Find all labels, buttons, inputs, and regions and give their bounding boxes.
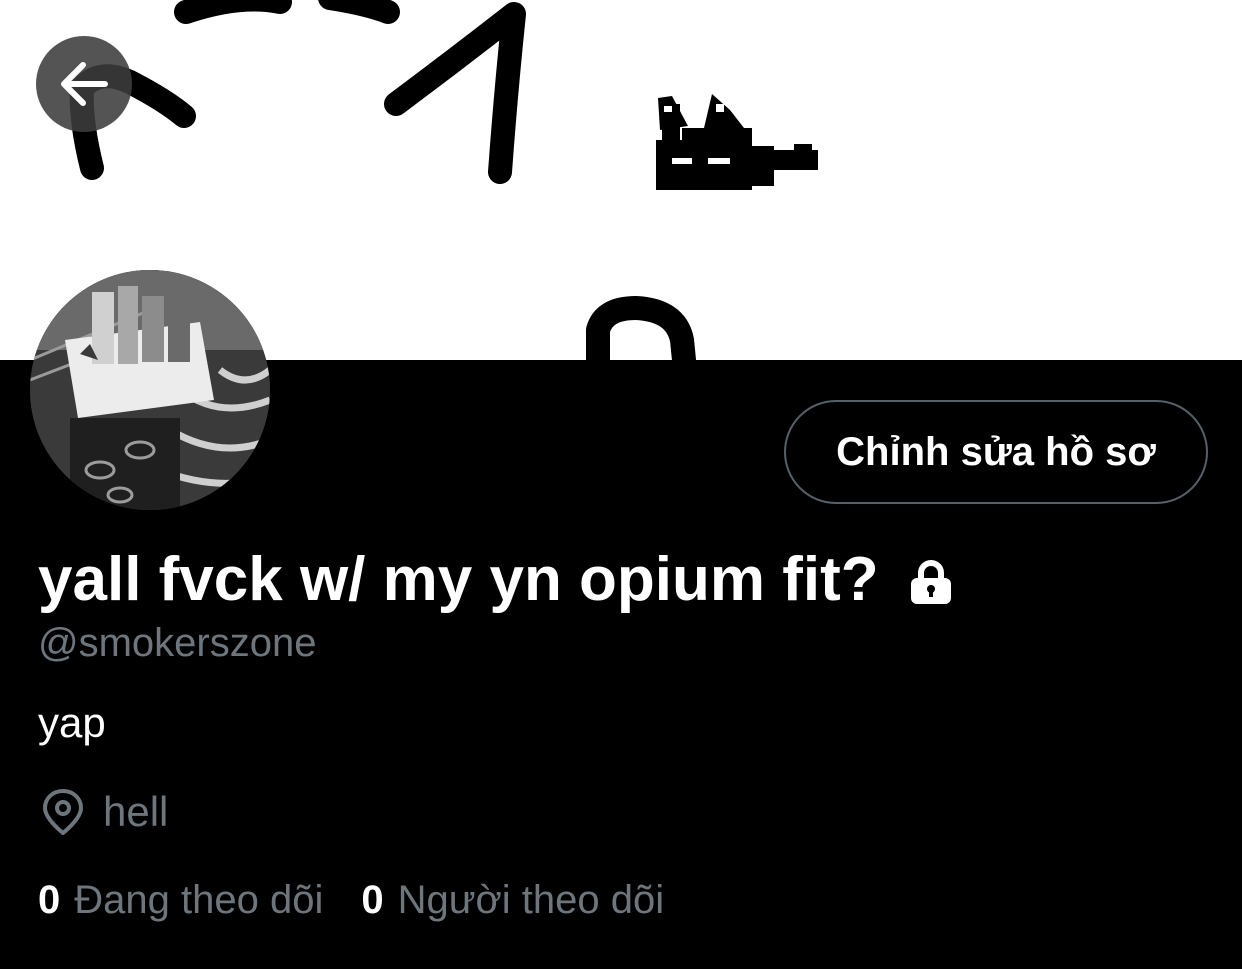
- map-pin-icon: [43, 789, 83, 835]
- followers-count: 0: [361, 878, 384, 922]
- profile-handle: @smokerszone: [38, 621, 317, 665]
- avatar-image: [30, 270, 270, 510]
- lock-icon: [910, 560, 951, 604]
- following-link[interactable]: 0 Đang theo dõi: [38, 874, 323, 926]
- location-text: hell: [103, 788, 169, 835]
- profile-avatar[interactable]: [30, 270, 270, 510]
- profile-page: Chỉnh sửa hồ sơ yall fvck w/ my yn opium…: [0, 0, 1242, 969]
- display-name: yall fvck w/ my yn opium fit?: [38, 540, 955, 620]
- edit-profile-button[interactable]: Chỉnh sửa hồ sơ: [784, 400, 1208, 504]
- followers-link[interactable]: 0 Người theo dõi: [361, 874, 664, 926]
- profile-stats: 0 Đang theo dõi 0 Người theo dõi: [38, 874, 664, 926]
- display-name-text: yall fvck w/ my yn opium fit?: [38, 545, 879, 614]
- followers-label: Người theo dõi: [397, 878, 665, 922]
- arrow-left-icon: [61, 62, 108, 106]
- following-count: 0: [38, 878, 61, 922]
- following-label: Đang theo dõi: [74, 878, 324, 922]
- profile-location: hell: [38, 786, 168, 838]
- back-button[interactable]: [36, 36, 132, 132]
- profile-bio: yap: [38, 699, 106, 746]
